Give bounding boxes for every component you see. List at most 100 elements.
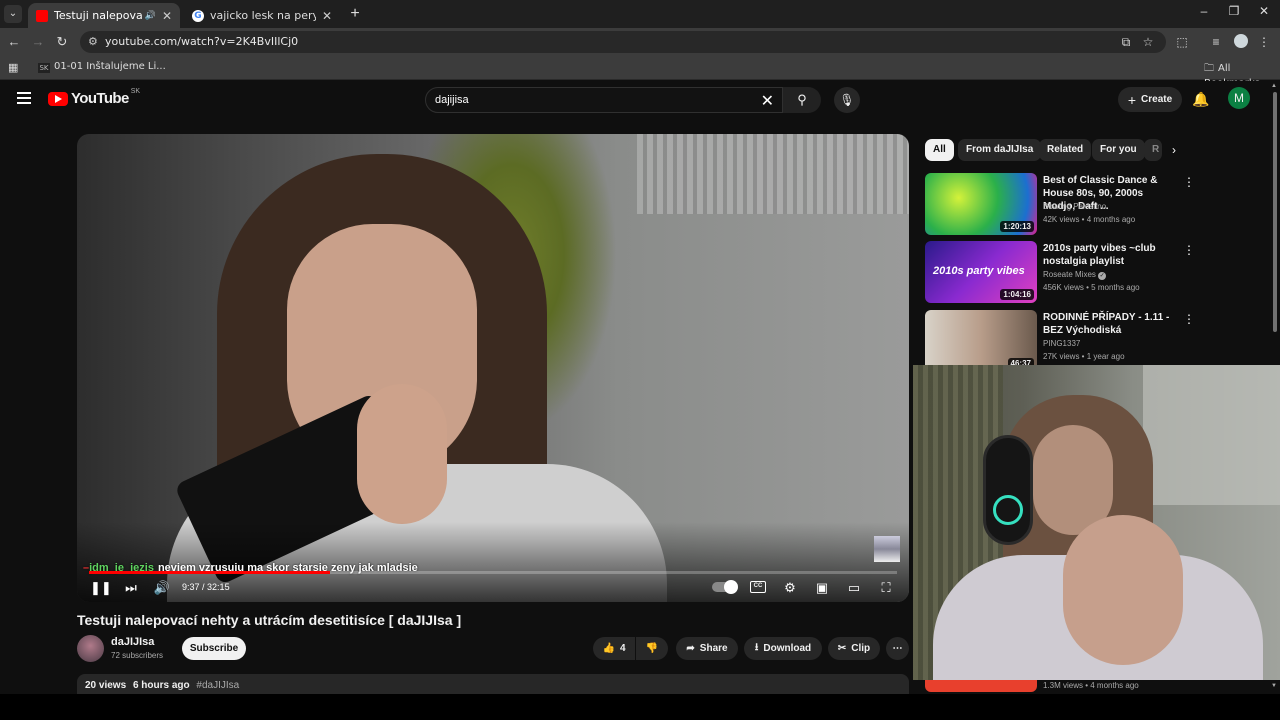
tab-search-button[interactable]: ⌄ — [4, 5, 22, 23]
scissors-icon: ✂ — [837, 643, 847, 654]
next-icon[interactable]: ⏭ — [121, 578, 141, 598]
rec-title[interactable]: RODINNÉ PŘÍPADY - 1.11 - BEZ Východiská — [1043, 311, 1177, 337]
extensions-icon[interactable]: ⬚ — [1174, 34, 1190, 50]
close-icon[interactable]: ✕ — [322, 9, 332, 23]
video-player[interactable]: –jdm_je_jezis neviem vzrusuju ma skor sta… — [77, 134, 909, 602]
pause-icon[interactable]: ❚❚ — [90, 578, 112, 598]
reload-icon[interactable]: ↻ — [54, 34, 70, 50]
bookmark-item[interactable]: SK 01-01 Inštalujeme Li... — [38, 61, 166, 73]
channel-name[interactable]: daJIJIsa — [111, 636, 154, 648]
clip-label: Clip — [851, 643, 871, 654]
window-close-icon[interactable]: ✕ — [1254, 4, 1274, 18]
more-vertical-icon[interactable]: ⋮ — [1183, 175, 1195, 189]
more-horizontal-icon: ⋯ — [892, 643, 903, 654]
streamer-arm — [1063, 515, 1183, 665]
rec-channel[interactable]: Roseate Mixes ✓ — [1043, 270, 1107, 280]
youtube-play-logo-icon — [48, 91, 68, 106]
clear-search-icon[interactable]: ✕ — [761, 91, 774, 111]
scrollbar-thumb[interactable] — [1273, 92, 1277, 332]
chip-related[interactable]: Related — [1039, 139, 1092, 161]
minimize-icon[interactable]: – — [1194, 4, 1214, 18]
chip-for-you[interactable]: For you — [1092, 139, 1145, 161]
rec-meta: 27K views • 1 year ago — [1043, 352, 1125, 361]
time-display: 9:37 / 32:15 — [182, 582, 230, 592]
description-box[interactable]: 20 views 6 hours ago #daJIJIsa — [77, 674, 909, 694]
recommendation-item[interactable]: 2010s party vibes 1:04:16 2010s party vi… — [925, 241, 1195, 303]
headset — [983, 435, 1033, 545]
youtube-logo[interactable]: YouTube SK — [48, 88, 141, 107]
settings-gear-icon[interactable]: ⚙ — [780, 578, 800, 598]
recommendation-item[interactable]: 1:20:13 Best of Classic Dance & House 80… — [925, 173, 1195, 235]
download-icon: ⭳ — [754, 642, 759, 653]
video-thumbnail[interactable]: 46:37 — [925, 310, 1037, 372]
video-thumbnail[interactable]: 2010s party vibes 1:04:16 — [925, 241, 1037, 303]
like-count: 4 — [619, 643, 626, 654]
download-button[interactable]: ⭳ Download — [744, 637, 822, 660]
thumbs-down-icon: 👎 — [645, 643, 659, 654]
recommendation-item[interactable]: 46:37 RODINNÉ PŘÍPADY - 1.11 - BEZ Výcho… — [925, 310, 1195, 372]
dislike-button[interactable]: 👎 — [636, 637, 668, 660]
bookmark-favicon-icon: SK — [38, 63, 50, 73]
chevron-right-icon[interactable]: › — [1172, 143, 1176, 157]
account-avatar[interactable]: M — [1228, 87, 1250, 109]
voice-search-button[interactable]: 🎙 — [834, 87, 860, 113]
chip-all[interactable]: All — [925, 139, 954, 161]
menu-kebab-icon[interactable]: ⋮ — [1256, 34, 1272, 50]
autoplay-toggle[interactable] — [712, 580, 738, 594]
tab-youtube-video[interactable]: Testuji nalepovací nehty a u 🔊 ✕ — [28, 3, 180, 28]
chip-from-channel[interactable]: From daJIJIsa — [958, 139, 1042, 161]
download-label: Download — [763, 643, 812, 654]
apps-grid-icon[interactable]: ▦ — [8, 61, 18, 74]
search-button[interactable]: ⚲ — [783, 87, 821, 113]
share-button[interactable]: ➦ Share — [676, 637, 738, 660]
os-taskbar — [0, 694, 1280, 720]
rec-channel[interactable]: PING1337 — [1043, 339, 1080, 348]
youtube-favicon-icon — [36, 9, 48, 22]
cast-icon[interactable]: ⧉ — [1118, 34, 1134, 50]
address-bar[interactable]: ⚙ youtube.com/watch?v=2K4BvIIlCj0 — [80, 31, 1166, 53]
end-screen-thumbnail[interactable] — [874, 536, 900, 562]
progress-bar[interactable] — [89, 571, 897, 574]
browser-tab-bar: ⌄ Testuji nalepovací nehty a u 🔊 ✕ G vaj… — [0, 0, 1280, 28]
subtitles-button[interactable]: CC — [750, 581, 766, 593]
speaker-icon[interactable]: 🔊 — [145, 11, 156, 21]
bookmark-star-icon[interactable]: ☆ — [1140, 34, 1156, 50]
rec-channel[interactable]: Bowling Palestino — [1043, 202, 1106, 211]
microphone-icon: 🎙 — [839, 93, 855, 107]
bookmarks-bar: ▦ SK01-01 Inštalujeme Li... 🗀All Bookmar… — [0, 56, 1280, 89]
search-input[interactable]: dajijisa ✕ — [425, 87, 783, 113]
rec-title[interactable]: 2010s party vibes ~club nostalgia playli… — [1043, 242, 1177, 268]
country-code: SK — [130, 88, 141, 95]
profile-avatar[interactable] — [1234, 34, 1248, 48]
scroll-up-arrow-icon[interactable]: ▲ — [1271, 83, 1277, 89]
fullscreen-icon[interactable]: ⛶ — [876, 578, 896, 598]
more-actions-button[interactable]: ⋯ — [886, 637, 909, 660]
site-info-icon[interactable]: ⚙ — [88, 35, 98, 48]
like-button[interactable]: 👍 4 — [593, 637, 635, 660]
channel-avatar[interactable] — [77, 635, 104, 662]
google-favicon-icon: G — [192, 9, 204, 22]
new-tab-button[interactable]: + — [346, 5, 364, 23]
create-button[interactable]: + Create — [1118, 87, 1182, 112]
video-thumbnail[interactable] — [925, 680, 1037, 692]
volume-icon[interactable]: 🔊 — [152, 578, 172, 598]
video-thumbnail[interactable]: 1:20:13 — [925, 173, 1037, 235]
hamburger-menu-icon[interactable] — [17, 92, 31, 104]
notifications-bell-icon[interactable]: 🔔 — [1192, 91, 1209, 108]
miniplayer-icon[interactable]: ▣ — [812, 578, 832, 598]
scroll-down-arrow-icon[interactable]: ▼ — [1271, 683, 1277, 689]
hashtag-link[interactable]: #daJIJIsa — [196, 680, 239, 691]
person-hand — [357, 384, 447, 524]
forward-icon[interactable]: → — [30, 34, 46, 50]
more-vertical-icon[interactable]: ⋮ — [1183, 312, 1195, 326]
restore-icon[interactable]: ❐ — [1224, 4, 1244, 18]
back-icon[interactable]: ← — [6, 34, 22, 50]
theater-mode-icon[interactable]: ▭ — [844, 578, 864, 598]
close-icon[interactable]: ✕ — [162, 9, 172, 23]
media-controls-icon[interactable]: ≡ — [1208, 34, 1224, 50]
more-vertical-icon[interactable]: ⋮ — [1183, 243, 1195, 257]
tab-google-search[interactable]: G vajicko lesk na pery - Google S ✕ — [184, 3, 340, 28]
chip-partial[interactable]: R — [1144, 139, 1162, 161]
clip-button[interactable]: ✂ Clip — [828, 637, 880, 660]
subscribe-button[interactable]: Subscribe — [182, 637, 246, 660]
